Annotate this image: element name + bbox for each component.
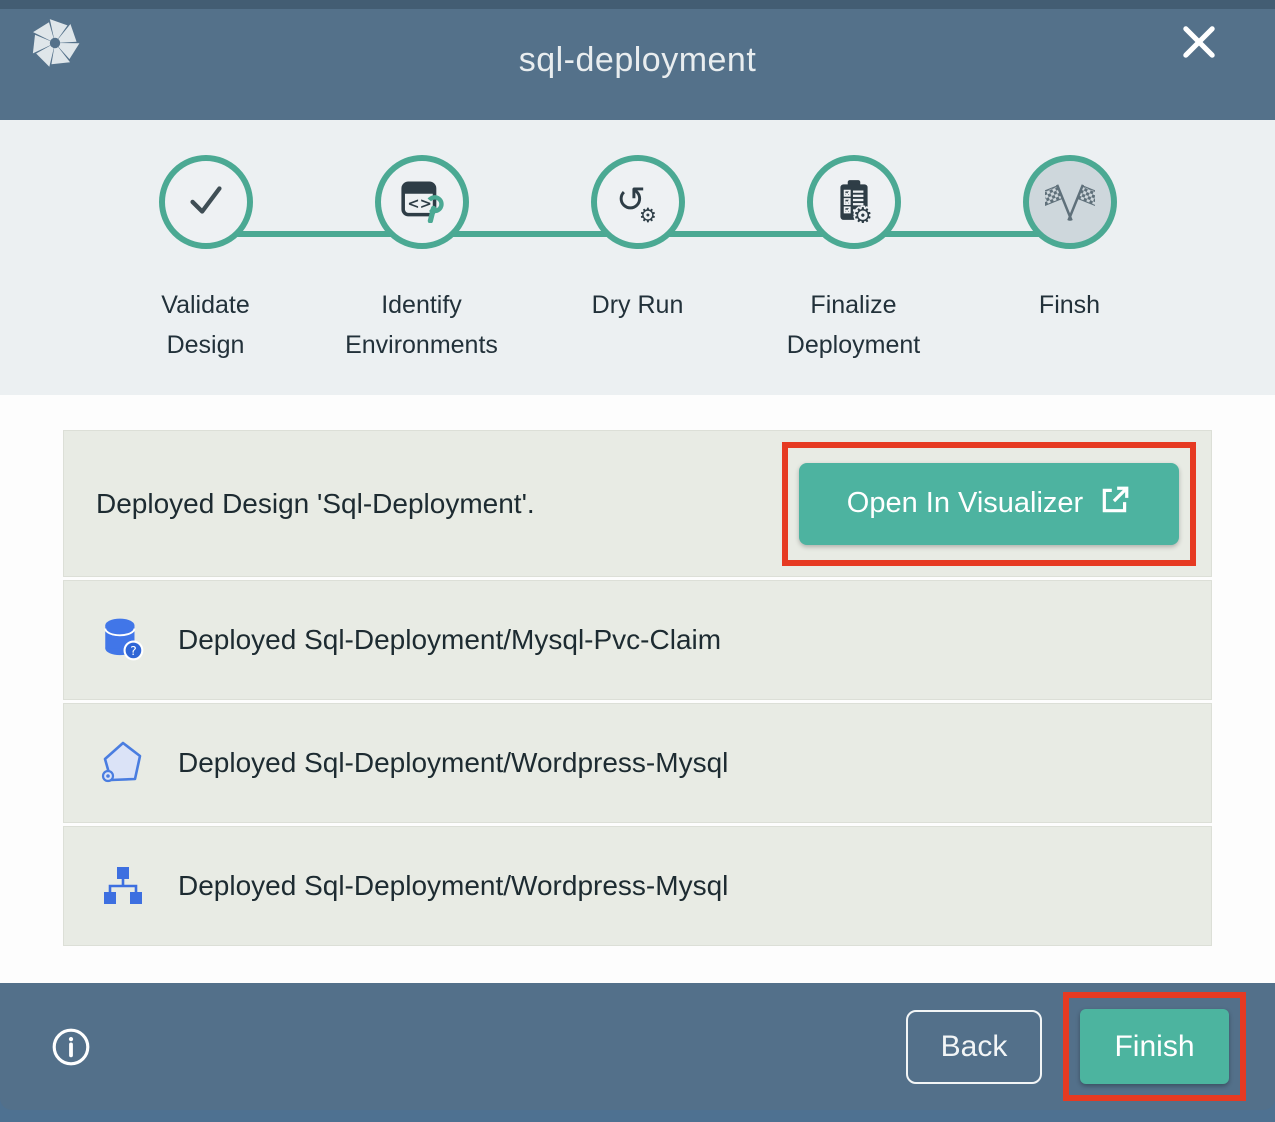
checkered-flags-icon bbox=[1045, 175, 1095, 230]
result-row-text: Deployed Sql-Deployment/Mysql-Pvc-Claim bbox=[178, 624, 721, 656]
step-label: Dry Run bbox=[592, 285, 684, 325]
result-row-text: Deployed Sql-Deployment/Wordpress-Mysql bbox=[178, 870, 728, 902]
step-identify-environments: <> Identify Environments bbox=[314, 155, 530, 365]
open-in-visualizer-button[interactable]: Open In Visualizer bbox=[799, 463, 1179, 545]
step-label: Identify Environments bbox=[345, 285, 498, 365]
check-icon bbox=[183, 177, 229, 228]
step-label: Finsh bbox=[1039, 285, 1100, 325]
step-circle: ⚙ ⚙ bbox=[807, 155, 901, 249]
open-in-new-icon bbox=[1099, 484, 1131, 524]
step-label: Validate Design bbox=[161, 285, 250, 365]
result-row: Deployed Sql-Deployment/Wordpress-Mysql bbox=[63, 826, 1212, 946]
step-circle: <> bbox=[375, 155, 469, 249]
step-finish: Finsh bbox=[962, 155, 1178, 365]
back-button[interactable]: Back bbox=[906, 1010, 1042, 1084]
svg-text:⚙: ⚙ bbox=[639, 203, 657, 222]
result-row: ? Deployed Sql-Deployment/Mysql-Pvc-Clai… bbox=[63, 580, 1212, 700]
modal-footer: Back Finish bbox=[0, 983, 1275, 1110]
open-in-visualizer-label: Open In Visualizer bbox=[847, 487, 1083, 520]
annotation-box: Finish bbox=[1063, 992, 1246, 1101]
database-icon: ? bbox=[99, 616, 147, 664]
svg-text:⚙: ⚙ bbox=[852, 204, 872, 223]
step-validate-design: Validate Design bbox=[98, 155, 314, 365]
step-circle bbox=[1023, 155, 1117, 249]
info-icon[interactable] bbox=[50, 1026, 92, 1068]
step-circle bbox=[159, 155, 253, 249]
design-summary-row: Deployed Design 'Sql-Deployment'. Open I… bbox=[63, 430, 1212, 577]
modal-title: sql-deployment bbox=[0, 41, 1275, 80]
close-icon[interactable] bbox=[1175, 18, 1223, 66]
wizard-stepper: Validate Design <> bbox=[0, 120, 1275, 395]
design-summary-text: Deployed Design 'Sql-Deployment'. bbox=[96, 488, 535, 520]
annotation-box: Open In Visualizer bbox=[782, 442, 1196, 566]
step-dry-run: ↺ ⚙ ⚙ Dry Run bbox=[530, 155, 746, 365]
step-circle: ↺ ⚙ ⚙ bbox=[591, 155, 685, 249]
svg-text:?: ? bbox=[130, 643, 137, 658]
modal-header: sql-deployment bbox=[0, 0, 1275, 120]
deployment-wizard-modal: sql-deployment Valida bbox=[0, 0, 1275, 1110]
step-label: Finalize Deployment bbox=[787, 285, 920, 365]
svg-text:<>: <> bbox=[407, 195, 432, 212]
clipboard-gear-icon: ⚙ ⚙ bbox=[831, 177, 877, 228]
code-wrench-icon: <> bbox=[399, 177, 445, 228]
result-row-text: Deployed Sql-Deployment/Wordpress-Mysql bbox=[178, 747, 728, 779]
meshery-logo-icon bbox=[28, 16, 82, 70]
finish-button[interactable]: Finish bbox=[1080, 1009, 1229, 1084]
pentagon-icon bbox=[99, 739, 147, 787]
deployment-results: Deployed Design 'Sql-Deployment'. Open I… bbox=[0, 395, 1275, 983]
topology-icon bbox=[99, 862, 147, 910]
step-finalize-deployment: ⚙ ⚙ Finalize Deployment bbox=[746, 155, 962, 365]
dry-run-icon: ↺ ⚙ ⚙ bbox=[615, 177, 661, 228]
result-row: Deployed Sql-Deployment/Wordpress-Mysql bbox=[63, 703, 1212, 823]
